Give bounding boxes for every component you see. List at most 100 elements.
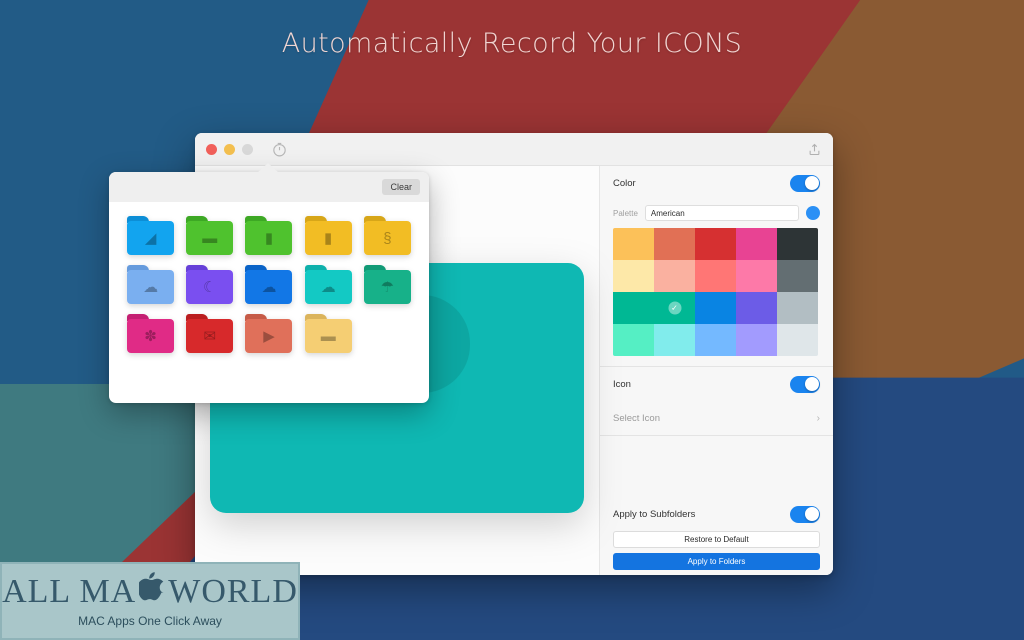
clear-button[interactable]: Clear xyxy=(382,179,420,195)
color-swatch[interactable] xyxy=(736,324,777,356)
atom-icon[interactable]: ✽ xyxy=(127,314,175,353)
timer-icon[interactable] xyxy=(270,140,289,159)
cloud-fog-icon[interactable]: ☁ xyxy=(304,265,352,304)
folder-icon-cell[interactable]: ☁ xyxy=(125,265,176,304)
folder-icon-cell[interactable]: ☁ xyxy=(303,265,354,304)
settings-pane: Color Palette American ✓ Icon Select Ico… xyxy=(600,166,833,575)
folder-icon-grid[interactable]: ◢ ▬ ▮ ▮ § ☁ ☾ ☁ ☁ ☂ ✽ ✉ ▶ ▬ xyxy=(109,202,429,367)
folder-icon-cell[interactable]: ▬ xyxy=(303,314,354,353)
color-swatch[interactable]: ✓ xyxy=(654,292,695,324)
battery-icon: ▬ xyxy=(202,229,218,247)
folder-icon-cell[interactable]: ▶ xyxy=(243,314,294,353)
umbrella-icon[interactable]: ☂ xyxy=(363,265,411,304)
bag-icon[interactable]: ◢ xyxy=(127,216,175,255)
cloud-icon: ☁ xyxy=(143,279,159,296)
color-swatch[interactable] xyxy=(777,324,818,356)
icon-toggle[interactable] xyxy=(790,375,820,393)
select-icon-label: Select Icon xyxy=(613,412,660,424)
color-swatch[interactable] xyxy=(736,228,777,260)
moon-icon: ☾ xyxy=(203,279,217,296)
folder-icon-cell[interactable]: ☂ xyxy=(362,265,413,304)
apply-section: Apply to Subfolders Restore to Default A… xyxy=(600,497,833,575)
chevron-right-icon: › xyxy=(816,412,820,424)
mail-icon[interactable]: ✉ xyxy=(186,314,234,353)
color-swatch[interactable] xyxy=(654,260,695,292)
export-icon[interactable] xyxy=(807,142,822,157)
folder-icon-cell[interactable]: ▮ xyxy=(243,216,294,255)
palette-value: American xyxy=(650,208,685,218)
apple-icon xyxy=(137,572,165,607)
folder-icon-cell[interactable]: § xyxy=(362,216,413,255)
color-swatch[interactable] xyxy=(613,292,654,324)
apply-subfolders-toggle[interactable] xyxy=(790,505,820,523)
color-swatch[interactable] xyxy=(695,292,736,324)
color-toggle-knob xyxy=(804,176,819,190)
umbrella-icon: ☂ xyxy=(380,279,395,296)
color-swatch[interactable] xyxy=(654,228,695,260)
window-titlebar xyxy=(195,133,833,166)
color-swatch[interactable] xyxy=(695,260,736,292)
color-swatch[interactable] xyxy=(777,228,818,260)
minimize-button[interactable] xyxy=(224,143,235,155)
color-swatch[interactable] xyxy=(613,228,654,260)
select-icon-row[interactable]: Select Icon › xyxy=(613,401,820,435)
color-section: Color Palette American ✓ xyxy=(600,166,833,366)
section-icon: § xyxy=(383,229,392,247)
capsule-icon[interactable]: ▮ xyxy=(304,216,352,255)
folder-icon-cell[interactable]: ☾ xyxy=(184,265,235,304)
moon-icon[interactable]: ☾ xyxy=(186,265,234,304)
apply-subfolders-label: Apply to Subfolders xyxy=(613,508,696,520)
cloud-icon[interactable]: ☁ xyxy=(127,265,175,304)
apply-to-folders-button[interactable]: Apply to Folders xyxy=(613,553,820,570)
icon-picker-popover: Clear ◢ ▬ ▮ ▮ § ☁ ☾ ☁ ☁ ☂ ✽ ✉ ▶ ▬ xyxy=(109,163,429,403)
screenshot-stage: Automatically Record Your ICONS Color Pa… xyxy=(0,0,1024,640)
color-swatch[interactable] xyxy=(777,292,818,324)
color-swatch[interactable] xyxy=(695,324,736,356)
color-swatch[interactable] xyxy=(695,228,736,260)
apply-subfolders-toggle-knob xyxy=(804,507,819,521)
popover-arrow xyxy=(257,163,279,173)
color-row: Color xyxy=(613,166,820,200)
folder-icon-cell[interactable]: ☁ xyxy=(243,265,294,304)
folder-icon-cell[interactable]: ✉ xyxy=(184,314,235,353)
comment-icon[interactable]: ▬ xyxy=(304,314,352,353)
palette-info-button[interactable] xyxy=(806,206,820,220)
folder-icon-cell[interactable]: ◢ xyxy=(125,216,176,255)
icon-row: Icon xyxy=(613,367,820,401)
color-swatch[interactable] xyxy=(736,260,777,292)
color-toggle[interactable] xyxy=(790,174,820,192)
watermark-logo: ALL MA WORLD MAC Apps One Click Away xyxy=(0,562,300,640)
icon-label: Icon xyxy=(613,378,631,390)
section-icon[interactable]: § xyxy=(363,216,411,255)
folder-icon-cell[interactable]: ▮ xyxy=(303,216,354,255)
palette-label: Palette xyxy=(613,208,638,218)
watermark-title: ALL MA WORLD xyxy=(2,572,298,610)
watermark-title-part1: ALL MA xyxy=(2,572,137,610)
color-swatch[interactable] xyxy=(736,292,777,324)
battery-icon[interactable]: ▬ xyxy=(186,216,234,255)
color-swatch[interactable] xyxy=(654,324,695,356)
palette-row: Palette American xyxy=(613,200,820,226)
close-button[interactable] xyxy=(206,143,217,155)
color-swatch[interactable] xyxy=(613,324,654,356)
restore-to-default-button[interactable]: Restore to Default xyxy=(613,531,820,548)
cloud-moon-icon: ☁ xyxy=(261,279,277,296)
color-swatch[interactable] xyxy=(613,260,654,292)
mail-icon: ✉ xyxy=(203,328,217,345)
video-icon: ▶ xyxy=(263,328,275,345)
color-swatch-grid[interactable]: ✓ xyxy=(613,228,818,356)
folder-icon-cell[interactable]: ✽ xyxy=(125,314,176,353)
capsule-icon: ▮ xyxy=(264,230,274,247)
capsule-icon[interactable]: ▮ xyxy=(245,216,293,255)
check-icon: ✓ xyxy=(668,301,681,315)
capsule-icon: ▮ xyxy=(324,230,333,247)
color-swatch[interactable] xyxy=(777,260,818,292)
cloud-fog-icon: ☁ xyxy=(320,279,336,296)
icon-section: Icon Select Icon › xyxy=(600,367,833,435)
palette-select[interactable]: American xyxy=(644,205,799,221)
zoom-button xyxy=(242,143,253,155)
cloud-moon-icon[interactable]: ☁ xyxy=(245,265,293,304)
video-icon[interactable]: ▶ xyxy=(245,314,293,353)
folder-icon-cell[interactable]: ▬ xyxy=(184,216,235,255)
atom-icon: ✽ xyxy=(144,328,157,345)
